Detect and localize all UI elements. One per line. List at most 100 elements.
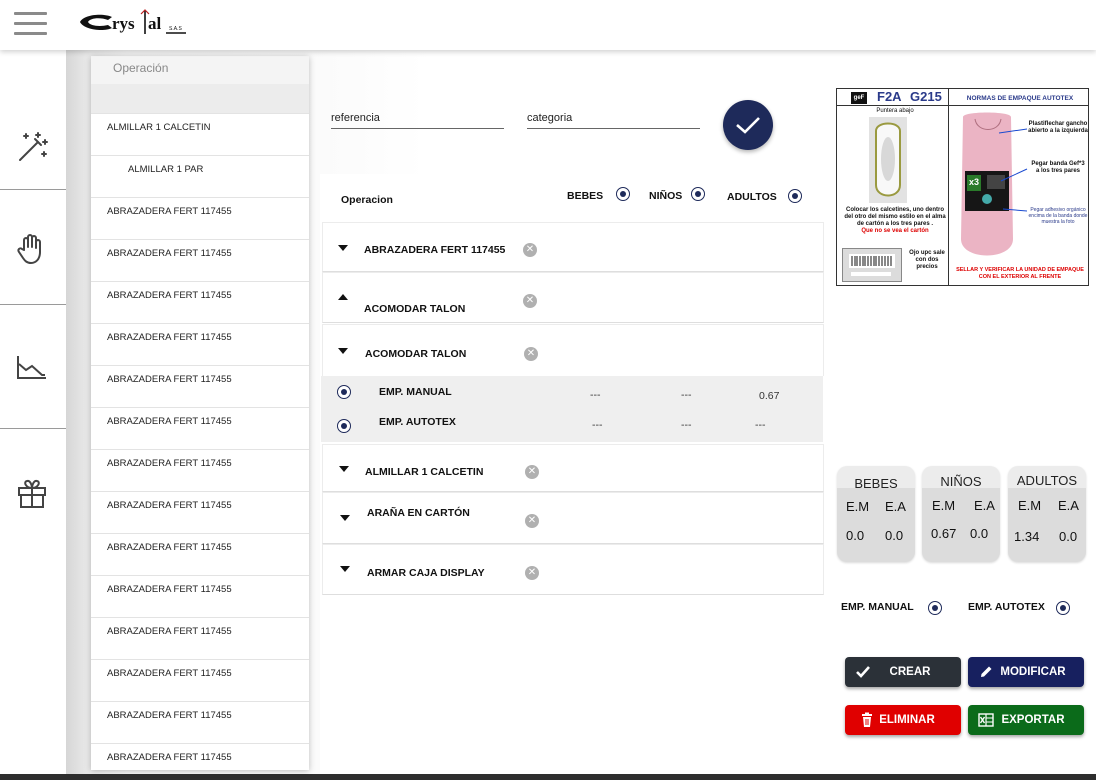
eliminar-button[interactable]: ELIMINAR	[845, 705, 961, 735]
table-row[interactable]: ACOMODAR TALON ✕	[322, 272, 824, 323]
emp-manual-label: EMP. MANUAL	[841, 601, 914, 613]
table-header: Operacion BEBES NIÑOS ADULTOS	[320, 174, 835, 220]
svg-text:S.A.S: S.A.S	[169, 26, 182, 32]
remove-icon[interactable]: ✕	[523, 243, 537, 257]
list-item[interactable]: ABRAZADERA FERT 117455	[91, 744, 309, 770]
row-label: ALMILLAR 1 CALCETIN	[365, 466, 484, 478]
remove-icon[interactable]: ✕	[525, 465, 539, 479]
row-label: ARMAR CAJA DISPLAY	[367, 567, 485, 579]
product-code-left: F2A	[877, 89, 902, 104]
note-puntera: Puntera abajo	[876, 108, 914, 114]
barcode-image	[842, 248, 902, 282]
emp-autotex-radio[interactable]	[1056, 601, 1070, 615]
subrow-bebes: ---	[592, 419, 603, 431]
bebes-radio[interactable]	[616, 187, 630, 201]
card-title: BEBES	[854, 476, 898, 491]
top-bar: rys al S.A.S	[0, 0, 1096, 50]
crystal-logo: rys al S.A.S	[78, 8, 218, 40]
list-item[interactable]: ABRAZADERA FERT 117455	[91, 576, 309, 618]
operation-list-header: Operación	[91, 56, 309, 84]
crear-button[interactable]: CREAR	[845, 657, 961, 687]
product-code-right: G215	[910, 89, 942, 104]
list-item[interactable]: ABRAZADERA FERT 117455	[91, 366, 309, 408]
caret-down-icon[interactable]	[337, 347, 349, 355]
x3-label: x3	[969, 177, 980, 187]
exportar-label: EXPORTAR	[1001, 714, 1065, 726]
list-item[interactable]: ABRAZADERA FERT 117455	[91, 534, 309, 576]
card-em-value: 1.34	[1014, 529, 1040, 544]
subrow-adultos: 0.67	[759, 390, 780, 402]
chart-icon[interactable]	[14, 350, 50, 386]
card-em-value: 0.0	[846, 528, 865, 543]
remove-icon[interactable]: ✕	[524, 347, 538, 361]
referencia-input[interactable]: referencia	[331, 110, 504, 129]
list-item[interactable]: ALMILLAR 1 PAR	[91, 156, 309, 198]
confirm-button[interactable]	[723, 100, 773, 150]
col-adultos: ADULTOS	[727, 191, 777, 203]
note-colocar: Colocar los calcetines, uno dentro del o…	[844, 207, 946, 227]
card-em-label: E.M	[932, 498, 956, 513]
caret-down-icon[interactable]	[339, 565, 351, 573]
table-row[interactable]: ARMAR CAJA DISPLAY ✕	[322, 544, 824, 595]
list-item[interactable]: ABRAZADERA FERT 117455	[91, 492, 309, 534]
sock-image	[869, 117, 907, 203]
emp-manual-row-radio[interactable]	[337, 385, 351, 399]
list-item[interactable]: ABRAZADERA FERT 117455	[91, 282, 309, 324]
note-upc: Ojo upc sale con dos precios	[909, 250, 945, 270]
list-item[interactable]: ABRAZADERA FERT 117455	[91, 702, 309, 744]
table-row[interactable]: ARAÑA EN CARTÓN ✕	[322, 492, 824, 544]
list-item[interactable]: ABRAZADERA FERT 117455	[91, 618, 309, 660]
list-item[interactable]: ABRAZADERA FERT 117455	[91, 408, 309, 450]
caret-down-icon[interactable]	[337, 244, 349, 252]
emp-autotex-row-radio[interactable]	[337, 419, 351, 433]
subrow-label: EMP. MANUAL	[379, 386, 452, 398]
categoria-input[interactable]: categoria	[527, 110, 700, 129]
list-item[interactable]: ABRAZADERA FERT 117455	[91, 450, 309, 492]
list-item[interactable]: ABRAZADERA FERT 117455	[91, 324, 309, 366]
list-item[interactable]: ABRAZADERA FERT 117455	[91, 240, 309, 282]
table-row[interactable]: ALMILLAR 1 CALCETIN ✕	[322, 444, 824, 492]
caret-down-icon[interactable]	[339, 514, 351, 522]
note-carton: Que no se vea el cartón	[861, 228, 929, 234]
modificar-label: MODIFICAR	[1000, 666, 1066, 678]
list-item[interactable]: ALMILLAR 1 CALCETIN	[91, 114, 309, 156]
note-adhesivo: Pegar adhesivo orgánico encima de la ban…	[1028, 207, 1088, 225]
caret-up-icon[interactable]	[337, 293, 349, 301]
card-title: NIÑOS	[940, 474, 982, 489]
left-rail	[0, 50, 66, 780]
note-sellar: SELLAR Y VERIFICAR LA UNIDAD DE EMPAQUE …	[956, 267, 1084, 280]
card-em-value: 0.67	[931, 526, 957, 541]
remove-icon[interactable]: ✕	[525, 514, 539, 528]
operation-list[interactable]: Operación ALMILLAR 1 CALCETIN ALMILLAR 1 …	[91, 56, 309, 770]
magic-wand-icon[interactable]	[14, 130, 50, 166]
menu-icon[interactable]	[14, 12, 48, 36]
brand-badge: geF	[851, 92, 867, 104]
card-ea-label: E.A	[1058, 498, 1079, 513]
col-operacion: Operacion	[341, 194, 393, 206]
row-label: ACOMODAR TALON	[365, 348, 467, 360]
exportar-button[interactable]: EXPORTAR	[968, 705, 1084, 735]
adultos-radio[interactable]	[788, 189, 802, 203]
row-label: ACOMODAR TALON	[364, 303, 466, 315]
table-row[interactable]: ABRAZADERA FERT 117455 ✕	[322, 222, 824, 272]
subrow-adultos: ---	[755, 419, 766, 431]
emp-manual-radio[interactable]	[928, 601, 942, 615]
check-icon	[736, 117, 760, 134]
card-ea-value: 0.0	[970, 526, 989, 541]
card-em-label: E.M	[1018, 498, 1042, 513]
card-em-label: E.M	[846, 499, 870, 514]
remove-icon[interactable]: ✕	[525, 566, 539, 580]
subrow-ninos: ---	[681, 389, 692, 401]
col-ninos: NIÑOS	[649, 190, 683, 202]
caret-down-icon[interactable]	[338, 465, 350, 473]
table-row[interactable]: ACOMODAR TALON ✕	[322, 324, 824, 376]
modificar-button[interactable]: MODIFICAR	[968, 657, 1084, 687]
list-item[interactable]: ABRAZADERA FERT 117455	[91, 660, 309, 702]
emp-autotex-label: EMP. AUTOTEX	[968, 601, 1045, 613]
gift-icon[interactable]	[14, 476, 50, 512]
remove-icon[interactable]: ✕	[523, 294, 537, 308]
hand-icon[interactable]	[14, 230, 50, 266]
card-ea-label: E.A	[885, 499, 906, 514]
ninos-radio[interactable]	[691, 187, 705, 201]
list-item[interactable]: ABRAZADERA FERT 117455	[91, 198, 309, 240]
